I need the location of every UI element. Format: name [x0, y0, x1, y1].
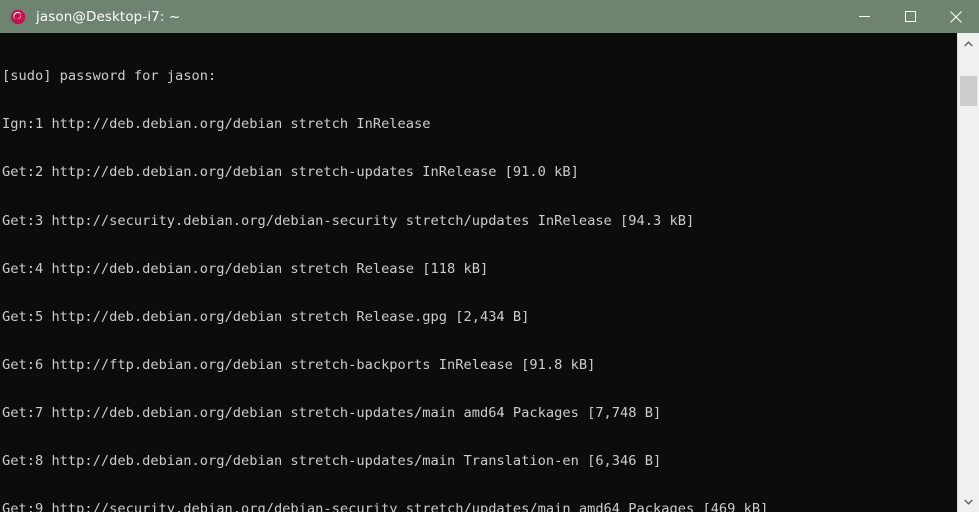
terminal-line: Get:5 http://deb.debian.org/debian stret…: [2, 308, 530, 325]
terminal-line: Get:4 http://deb.debian.org/debian stret…: [2, 260, 489, 277]
close-button[interactable]: [933, 0, 979, 33]
minimize-button[interactable]: [841, 0, 887, 33]
scrollbar-track[interactable]: [958, 54, 979, 491]
terminal-line: Get:9 http://security.debian.org/debian-…: [2, 501, 769, 512]
scroll-up-button[interactable]: [958, 33, 979, 54]
terminal-line: Get:2 http://deb.debian.org/debian stret…: [2, 164, 579, 181]
maximize-icon: [904, 11, 916, 22]
debian-logo-icon: [9, 8, 27, 26]
close-icon: [950, 10, 962, 23]
terminal-line: Get:8 http://deb.debian.org/debian stret…: [2, 453, 662, 470]
terminal-line: Get:6 http://ftp.debian.org/debian stret…: [2, 356, 596, 373]
terminal-line: [sudo] password for jason:: [2, 68, 217, 85]
chevron-down-icon: [964, 499, 973, 505]
vertical-scrollbar[interactable]: [957, 33, 979, 512]
terminal-line: Get:7 http://deb.debian.org/debian stret…: [2, 405, 662, 422]
window-title: jason@Desktop-i7: ~: [36, 8, 181, 25]
terminal-window: jason@Desktop-i7: ~ [sudo] password for …: [0, 0, 979, 512]
maximize-button[interactable]: [887, 0, 933, 33]
title-bar[interactable]: jason@Desktop-i7: ~: [0, 0, 979, 33]
scrollbar-thumb[interactable]: [960, 76, 977, 106]
title-bar-left: jason@Desktop-i7: ~: [0, 8, 841, 26]
terminal-line: Ign:1 http://deb.debian.org/debian stret…: [2, 116, 431, 133]
chevron-up-icon: [964, 40, 973, 46]
terminal-line: Get:3 http://security.debian.org/debian-…: [2, 212, 695, 229]
terminal-output-area[interactable]: [sudo] password for jason: Ign:1 http://…: [0, 33, 957, 512]
minimize-icon: [858, 16, 870, 17]
scroll-down-button[interactable]: [958, 491, 979, 512]
terminal-screen: [sudo] password for jason: Ign:1 http://…: [2, 36, 957, 512]
